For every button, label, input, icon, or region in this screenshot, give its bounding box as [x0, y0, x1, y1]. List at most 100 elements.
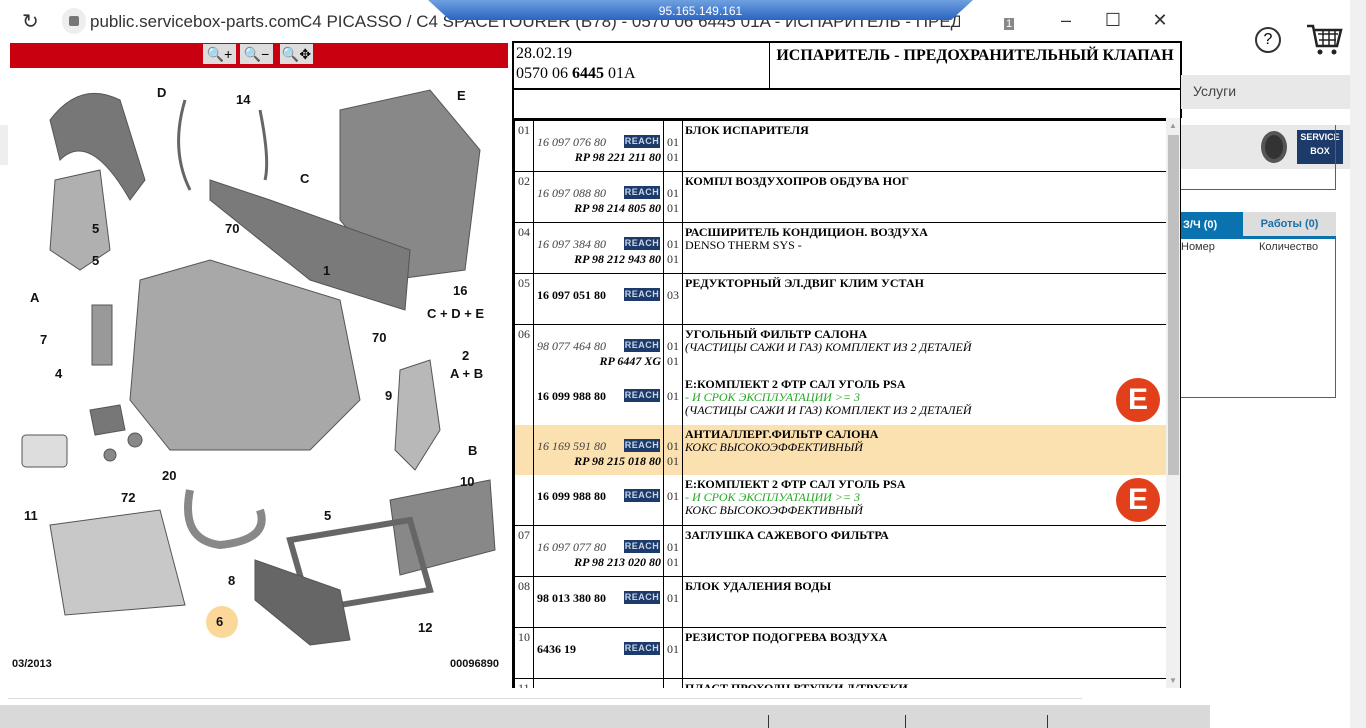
table-row: 02 16 097 088 80 REACH RP 98 214 805 80 01 01…	[515, 172, 1166, 223]
replacement-number[interactable]: RP 98 212 943 80	[574, 252, 661, 267]
replacement-number[interactable]: RP 98 221 211 80	[575, 150, 661, 165]
scroll-up-icon[interactable]: ▲	[1169, 121, 1177, 130]
zoom-out-icon[interactable]: 🔍−	[240, 44, 273, 64]
exploded-parts-diagram[interactable]: D 14 E C 5 70 1 5 16 C + D + E A 7 70 2 …	[10, 70, 508, 682]
part-number[interactable]: 16 097 077 80	[537, 540, 606, 555]
item-number: 06	[518, 327, 530, 341]
cart-icon[interactable]	[1305, 22, 1343, 56]
qty-cell: 01	[664, 577, 683, 627]
replacement-number[interactable]: RP 6447 XG	[599, 354, 661, 369]
table-row: 07 16 097 077 80 REACH RP 98 213 020 80 01 01…	[515, 526, 1166, 577]
remote-host: 95.165.149.161	[658, 4, 743, 18]
tab-parts[interactable]: З/Ч (0)	[1181, 212, 1243, 238]
description-cell: РАСШИРИТЕЛЬ КОНДИЦИОН. ВОЗДУХА DENSO THER…	[683, 223, 1166, 273]
part-entry[interactable]: 07 16 097 077 80 REACH RP 98 213 020 80 01 01…	[515, 526, 1166, 576]
part-cell: 16 097 384 80 REACH RP 98 212 943 80	[534, 223, 664, 273]
part-entry[interactable]: 02 16 097 088 80 REACH RP 98 214 805 80 01 01…	[515, 172, 1166, 222]
zoom-in-icon[interactable]: 🔍+	[203, 44, 236, 64]
replacement-number[interactable]: RP 98 214 805 80	[574, 201, 661, 216]
part-number[interactable]: 16 099 988 80	[537, 489, 606, 504]
reload-icon[interactable]: ↻	[22, 9, 39, 34]
e-catalog-icon[interactable]: E	[1116, 478, 1160, 522]
part-number[interactable]: 6436 19	[537, 642, 576, 657]
info-box	[1181, 125, 1336, 190]
replacement-number[interactable]: RP 98 213 020 80	[574, 555, 661, 570]
description-line: КОКС ВЫСОКОЭФФЕКТИВНЫЙ	[685, 503, 863, 517]
part-number[interactable]: 16 097 076 80	[537, 135, 606, 150]
quantity: 03	[667, 288, 679, 302]
minimize-button[interactable]: –	[1054, 10, 1078, 31]
reach-badge[interactable]: REACH	[624, 439, 660, 452]
reach-badge[interactable]: REACH	[624, 591, 660, 604]
divider	[1047, 715, 1048, 728]
bottom-bar	[0, 705, 1210, 728]
reach-badge[interactable]: REACH	[624, 339, 660, 352]
description-line: ЗАГЛУШКА САЖЕВОГО ФИЛЬТРА	[685, 528, 889, 542]
reach-badge[interactable]: REACH	[624, 489, 660, 502]
reach-badge[interactable]: REACH	[624, 288, 660, 301]
reach-badge[interactable]: REACH	[624, 540, 660, 553]
table-row: 05 16 097 051 80 REACH 03 РЕДУКТОРНЫЙ ЭЛ.ДВИ…	[515, 274, 1166, 325]
callout-label: 16	[453, 283, 467, 298]
cart-list: Номер Количество	[1181, 236, 1336, 398]
table-row: 01 16 097 076 80 REACH RP 98 221 211 80 01 01…	[515, 121, 1166, 172]
callout-label: B	[468, 443, 477, 458]
scroll-down-icon[interactable]: ▼	[1169, 676, 1177, 685]
part-entry[interactable]: 04 16 097 384 80 REACH RP 98 212 943 80 01 01…	[515, 223, 1166, 273]
part-entry[interactable]: 01 16 097 076 80 REACH RP 98 221 211 80 01 01…	[515, 121, 1166, 171]
replacement-number[interactable]: RP 98 215 018 80	[574, 454, 661, 469]
reach-badge[interactable]: REACH	[624, 237, 660, 250]
reach-badge[interactable]: REACH	[624, 135, 660, 148]
close-button[interactable]: ✕	[1148, 10, 1172, 31]
zoom-pan-icon[interactable]: 🔍✥	[280, 44, 313, 64]
services-menu[interactable]: Услуги	[1181, 75, 1351, 109]
part-cell: 16 097 077 80 REACH RP 98 213 020 80	[534, 526, 664, 576]
part-entry[interactable]: 06 98 077 464 80 REACH RP 6447 XG 01 01 УГОЛЬН…	[515, 325, 1166, 375]
number-cell	[515, 425, 534, 475]
address-bar[interactable]: public.servicebox-parts.com	[90, 12, 301, 32]
notifications-icon[interactable]: 1	[996, 10, 1016, 30]
part-entry[interactable]: 08 98 013 380 80 REACH 01 БЛОК УДАЛЕНИЯ ВОДЫ	[515, 577, 1166, 627]
description-line: (ЧАСТИЦЫ САЖИ И ГАЗ) КОМПЛЕКТ ИЗ 2 ДЕТАЛ…	[685, 340, 972, 354]
part-number[interactable]: 16 097 051 80	[537, 288, 606, 303]
page-scrollbar[interactable]	[1350, 0, 1366, 728]
quantity: 01	[667, 454, 679, 468]
scrollbar-thumb[interactable]	[1168, 135, 1179, 475]
part-number[interactable]: 16 097 088 80	[537, 186, 606, 201]
number-cell	[515, 475, 534, 525]
item-number: 04	[518, 225, 530, 239]
callout-label: 10	[460, 474, 474, 489]
callout-label: A	[30, 290, 40, 305]
reach-badge[interactable]: REACH	[624, 389, 660, 402]
part-entry[interactable]: 11 REACH ПЛАСТ ПРОХОДН ВТУЛКИ Д/ТРУБКИ	[515, 679, 1166, 688]
maximize-button[interactable]: ☐	[1101, 10, 1125, 31]
help-icon[interactable]: ?	[1255, 27, 1281, 53]
part-number[interactable]: 98 077 464 80	[537, 339, 606, 354]
tab-works[interactable]: Работы (0)	[1243, 212, 1336, 236]
part-number[interactable]: 16 099 988 80	[537, 389, 606, 404]
part-cell: 16 097 076 80 REACH RP 98 221 211 80	[534, 121, 664, 171]
number-cell: 04	[515, 223, 534, 273]
part-entry[interactable]: 16 169 591 80 REACH RP 98 215 018 80 01 01 АН…	[515, 425, 1166, 475]
part-number[interactable]: 16 169 591 80	[537, 439, 606, 454]
e-catalog-icon[interactable]: E	[1116, 378, 1160, 422]
quantity: 01	[667, 354, 679, 368]
part-number[interactable]: 98 013 380 80	[537, 591, 606, 606]
part-entry[interactable]: 16 099 988 80 REACH 01 E:КОМПЛЕКТ 2 ФТР САЛ…	[515, 375, 1166, 425]
callout-label: 2	[462, 348, 469, 363]
item-number: 02	[518, 174, 530, 188]
reach-badge[interactable]: REACH	[624, 186, 660, 199]
part-number[interactable]: 16 097 384 80	[537, 237, 606, 252]
part-entry[interactable]: 16 099 988 80 REACH 01 E:КОМПЛЕКТ 2 ФТР САЛ…	[515, 475, 1166, 525]
lock-icon[interactable]	[62, 8, 86, 34]
quantity: 01	[667, 555, 679, 569]
reach-badge[interactable]: REACH	[624, 642, 660, 655]
part-entry[interactable]: 10 6436 19 REACH 01 РЕЗИСТОР ПОДОГРЕВА ВОЗДУ…	[515, 628, 1166, 678]
part-cell: 16 097 051 80 REACH	[534, 274, 664, 324]
table-row: 11 REACH ПЛАСТ ПРОХОДН ВТУЛКИ Д/ТРУБКИ	[515, 679, 1166, 688]
divider	[768, 715, 769, 728]
number-cell: 01	[515, 121, 534, 171]
callout-label: 14	[236, 92, 251, 107]
remote-session-bar[interactable]: 95.165.149.161	[428, 0, 973, 20]
part-entry[interactable]: 05 16 097 051 80 REACH 03 РЕДУКТОРНЫЙ ЭЛ.ДВИ…	[515, 274, 1166, 324]
